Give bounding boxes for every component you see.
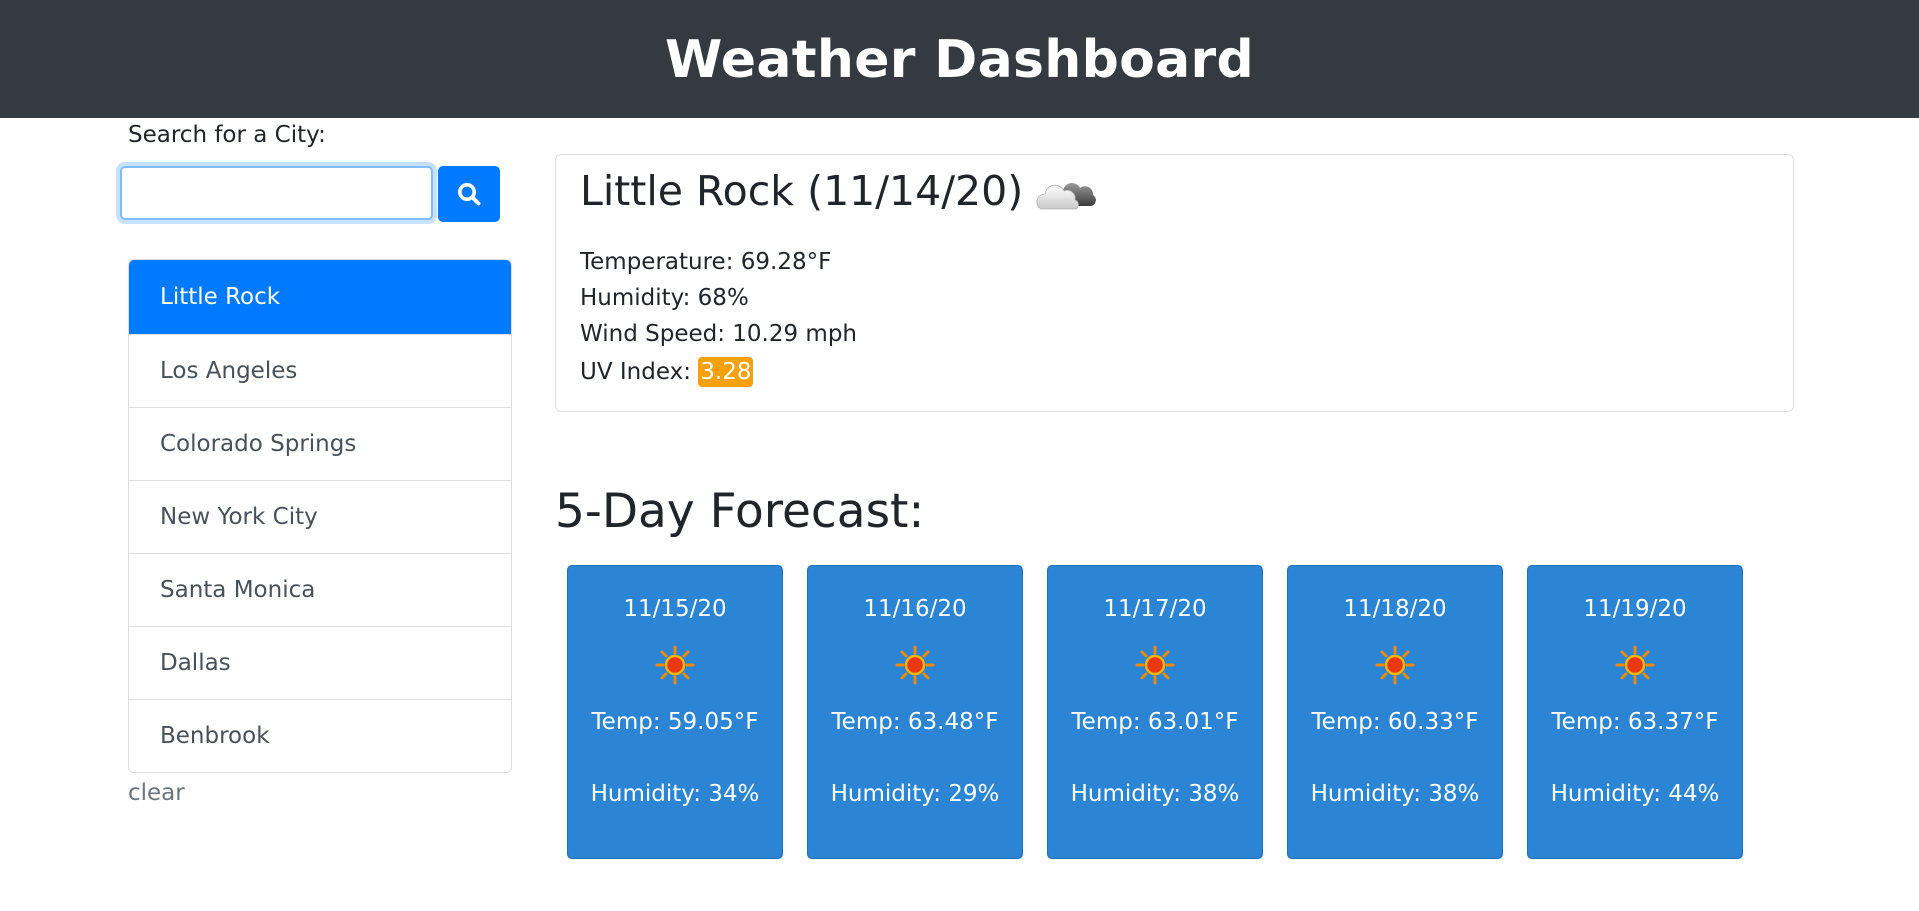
forecast-temp: Temp: 63.01°F — [1071, 709, 1239, 735]
forecast-date: 11/15/20 — [623, 596, 727, 622]
forecast-card: 11/17/20 Temp: 63.01°F Humidity: 38% — [1047, 565, 1263, 859]
current-wind-speed: Wind Speed: 10.29 mph — [580, 321, 858, 347]
clear-history-link[interactable]: clear — [128, 780, 185, 806]
current-temperature: Temperature: 69.28°F — [580, 249, 832, 275]
forecast-date: 11/16/20 — [863, 596, 967, 622]
uv-index-label: UV Index: — [580, 359, 699, 385]
sun-icon — [1048, 645, 1262, 685]
current-uv-index: UV Index: 3.28 — [580, 357, 754, 387]
city-item-los-angeles[interactable]: Los Angeles — [129, 334, 511, 407]
page-title: Weather Dashboard — [665, 30, 1254, 90]
forecast-temp: Temp: 63.37°F — [1551, 709, 1719, 735]
forecast-date: 11/19/20 — [1583, 596, 1687, 622]
search-button[interactable] — [438, 166, 500, 222]
forecast-date: 11/17/20 — [1103, 596, 1207, 622]
forecast-temp: Temp: 60.33°F — [1311, 709, 1479, 735]
forecast-temp: Temp: 63.48°F — [831, 709, 999, 735]
city-item-santa-monica[interactable]: Santa Monica — [129, 553, 511, 626]
sun-icon — [1288, 645, 1502, 685]
forecast-temp: Temp: 59.05°F — [591, 709, 759, 735]
forecast-humidity: Humidity: 34% — [590, 781, 760, 807]
sun-icon — [1528, 645, 1742, 685]
sun-icon — [568, 645, 782, 685]
forecast-date: 11/18/20 — [1343, 596, 1447, 622]
forecast-card: 11/16/20 Temp: 63.48°F Humidity: 29% — [807, 565, 1023, 859]
sun-icon — [808, 645, 1022, 685]
app-header: Weather Dashboard — [0, 0, 1919, 118]
city-item-new-york-city[interactable]: New York City — [129, 480, 511, 553]
forecast-card: 11/18/20 Temp: 60.33°F Humidity: 38% — [1287, 565, 1503, 859]
city-item-colorado-springs[interactable]: Colorado Springs — [129, 407, 511, 480]
city-date-heading: Little Rock (11/14/20) — [580, 167, 1024, 215]
forecast-humidity: Humidity: 38% — [1310, 781, 1480, 807]
partly-cloudy-icon — [1033, 171, 1099, 215]
forecast-humidity: Humidity: 38% — [1070, 781, 1240, 807]
forecast-heading: 5-Day Forecast: — [555, 484, 925, 539]
city-item-little-rock[interactable]: Little Rock — [129, 260, 511, 334]
current-weather-card: Little Rock (11/14/20) Temperature: 69.2… — [555, 154, 1794, 412]
forecast-humidity: Humidity: 29% — [830, 781, 1000, 807]
city-item-benbrook[interactable]: Benbrook — [129, 699, 511, 772]
forecast-card: 11/15/20 Temp: 59.05°F Humidity: 34% — [567, 565, 783, 859]
forecast-card: 11/19/20 Temp: 63.37°F Humidity: 44% — [1527, 565, 1743, 859]
current-weather-title: Little Rock (11/14/20) — [580, 167, 1099, 215]
search-label: Search for a City: — [128, 122, 326, 148]
forecast-humidity: Humidity: 44% — [1550, 781, 1720, 807]
city-history-list: Little Rock Los Angeles Colorado Springs… — [128, 259, 512, 773]
city-item-dallas[interactable]: Dallas — [129, 626, 511, 699]
current-humidity: Humidity: 68% — [580, 285, 749, 311]
city-search-input[interactable] — [120, 166, 433, 220]
uv-index-badge: 3.28 — [698, 357, 754, 387]
search-icon — [456, 181, 482, 207]
